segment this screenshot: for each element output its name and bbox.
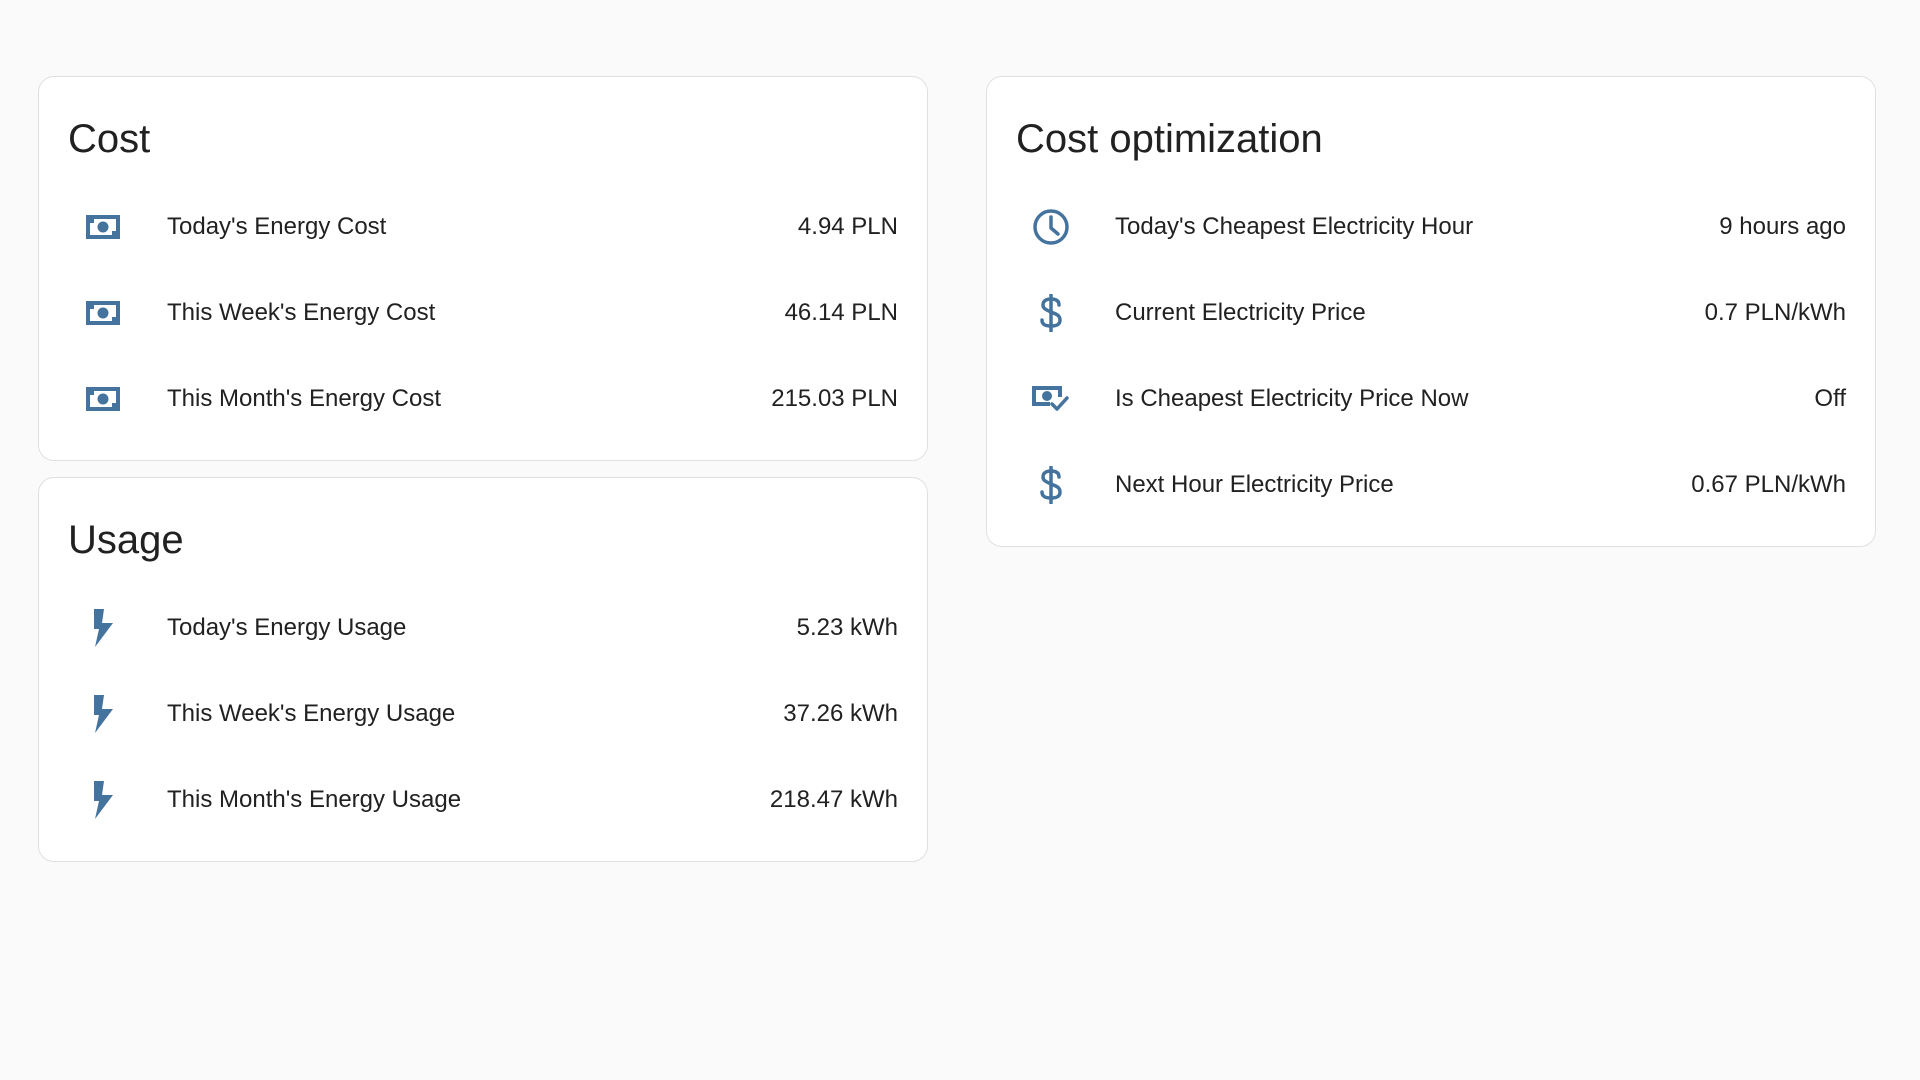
lightning-bolt-icon [68, 776, 138, 824]
cash-icon [68, 203, 138, 251]
lightning-bolt-icon [68, 690, 138, 738]
entity-label: This Week's Energy Usage [167, 700, 456, 727]
right-column: Cost optimization Today's Cheapest Elect… [986, 76, 1876, 547]
entity-row-this-weeks-energy-cost[interactable]: This Week's Energy Cost 46.14 PLN [68, 270, 898, 356]
entity-state: Off [1814, 385, 1846, 412]
usage-card: Usage Today's Energy Usage 5.23 kWh This… [38, 477, 928, 862]
entity-label: Today's Energy Cost [167, 213, 387, 240]
entity-label: This Week's Energy Cost [167, 299, 436, 326]
cost-card: Cost Today's Energy Cost 4.94 PLN This W… [38, 76, 928, 461]
entity-state: 5.23 kWh [796, 614, 898, 641]
entity-state: 9 hours ago [1719, 213, 1846, 240]
entity-row-next-hour-electricity-price[interactable]: Next Hour Electricity Price 0.67 PLN/kWh [1016, 442, 1846, 528]
dollar-icon [1016, 289, 1086, 337]
entity-row-this-weeks-energy-usage[interactable]: This Week's Energy Usage 37.26 kWh [68, 671, 898, 757]
entity-row-is-cheapest-electricity-price-now[interactable]: Is Cheapest Electricity Price Now Off [1016, 356, 1846, 442]
cash-icon [68, 289, 138, 337]
entity-state: 215.03 PLN [771, 385, 898, 412]
entity-state: 46.14 PLN [784, 299, 898, 326]
entity-state: 4.94 PLN [797, 213, 898, 240]
entity-row-todays-cheapest-electricity-hour[interactable]: Today's Cheapest Electricity Hour 9 hour… [1016, 184, 1846, 270]
dollar-icon [1016, 461, 1086, 509]
cost-card-title: Cost [68, 117, 151, 161]
energy-dashboard: Cost Today's Energy Cost 4.94 PLN This W… [0, 0, 1920, 1080]
entity-row-todays-energy-cost[interactable]: Today's Energy Cost 4.94 PLN [68, 184, 898, 270]
entity-label: This Month's Energy Usage [167, 786, 462, 813]
cost-optimization-card: Cost optimization Today's Cheapest Elect… [986, 76, 1876, 547]
entity-state: 0.67 PLN/kWh [1691, 471, 1846, 498]
entity-label: Current Electricity Price [1115, 299, 1366, 326]
lightning-bolt-icon [68, 604, 138, 652]
entity-row-this-months-energy-cost[interactable]: This Month's Energy Cost 215.03 PLN [68, 356, 898, 442]
entity-row-this-months-energy-usage[interactable]: This Month's Energy Usage 218.47 kWh [68, 757, 898, 843]
usage-card-title: Usage [68, 518, 184, 562]
entity-state: 0.7 PLN/kWh [1704, 299, 1846, 326]
cash-check-icon [1016, 375, 1086, 423]
left-column: Cost Today's Energy Cost 4.94 PLN This W… [38, 76, 928, 862]
entity-row-current-electricity-price[interactable]: Current Electricity Price 0.7 PLN/kWh [1016, 270, 1846, 356]
cost-optimization-card-title: Cost optimization [1016, 117, 1323, 161]
entity-label: Today's Cheapest Electricity Hour [1115, 213, 1474, 240]
entity-label: This Month's Energy Cost [167, 385, 442, 412]
entity-row-todays-energy-usage[interactable]: Today's Energy Usage 5.23 kWh [68, 585, 898, 671]
entity-state: 218.47 kWh [769, 786, 898, 813]
entity-label: Today's Energy Usage [167, 614, 407, 641]
entity-label: Next Hour Electricity Price [1115, 471, 1394, 498]
entity-state: 37.26 kWh [783, 700, 898, 727]
cash-icon [68, 375, 138, 423]
entity-label: Is Cheapest Electricity Price Now [1115, 385, 1469, 412]
clock-icon [1016, 203, 1086, 251]
